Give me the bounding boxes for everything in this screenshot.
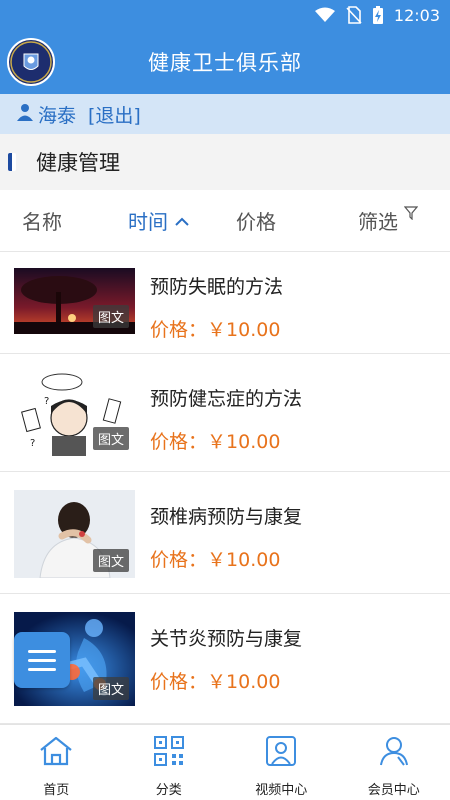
item-price: 价格：￥10.00 [150, 671, 281, 693]
filter-icon [403, 201, 419, 225]
nav-member-label: 会员中心 [367, 783, 420, 798]
sort-by-price[interactable]: 价格 [236, 206, 276, 235]
sort-name-label: 名称 [22, 210, 62, 234]
sort-by-time[interactable]: 时间 [128, 206, 190, 235]
qr-code-icon [153, 735, 185, 771]
nav-video-label: 视频中心 [255, 783, 308, 798]
item-text: 关节炎预防与康复 价格：￥10.00 [150, 624, 302, 694]
item-title: 关节炎预防与康复 [150, 628, 303, 650]
club-logo [7, 38, 55, 86]
item-type-tag: 图文 [92, 677, 129, 700]
item-title: 预防失眠的方法 [150, 276, 284, 298]
svg-text:?: ? [44, 396, 49, 407]
logout-link[interactable]: [退出] [88, 101, 141, 128]
item-text: 颈椎病预防与康复 价格：￥10.00 [150, 502, 302, 572]
nav-member-center[interactable]: 会员中心 [338, 725, 450, 800]
chevron-up-icon [174, 209, 190, 233]
list-item[interactable]: 图文 预防失眠的方法 价格：￥10.00 [0, 252, 450, 354]
nav-home-label: 首页 [43, 783, 70, 798]
no-sim-icon [346, 6, 362, 24]
section-marker [8, 153, 16, 171]
member-icon [378, 735, 410, 771]
list-item[interactable]: 图文 颈椎病预防与康复 价格：￥10.00 [0, 472, 450, 594]
list-item[interactable]: ? ? 图文 预防健忘症的方法 价格：￥10.00 [0, 354, 450, 472]
bottom-nav: 首页 分类 视频中心 会员中心 [0, 724, 450, 800]
home-icon [38, 735, 74, 771]
item-type-tag: 图文 [92, 549, 129, 572]
item-price: 价格：￥10.00 [150, 431, 281, 453]
sort-by-name[interactable]: 名称 [22, 206, 62, 235]
app-header: 健康卫士俱乐部 [0, 30, 450, 94]
sort-time-label: 时间 [128, 210, 168, 234]
item-thumbnail: 图文 [14, 268, 135, 334]
user-bar: 海泰 [退出] [0, 94, 450, 134]
nav-category[interactable]: 分类 [113, 725, 226, 800]
nav-home[interactable]: 首页 [0, 725, 113, 800]
section-header: 健康管理 [0, 134, 450, 190]
item-thumbnail: 图文 [14, 490, 135, 578]
item-title: 预防健忘症的方法 [150, 388, 303, 410]
item-type-tag: 图文 [92, 427, 129, 450]
section-title: 健康管理 [36, 151, 120, 175]
hamburger-icon [28, 649, 56, 653]
page-title: 健康卫士俱乐部 [148, 51, 302, 75]
video-portrait-icon [265, 735, 297, 771]
sort-price-label: 价格 [236, 210, 276, 234]
item-title: 颈椎病预防与康复 [150, 506, 303, 528]
username: 海泰 [38, 104, 77, 127]
status-bar: 12:03 [0, 0, 450, 30]
floating-menu-button[interactable] [14, 632, 70, 688]
status-time: 12:03 [393, 5, 440, 25]
filter-label: 筛选 [358, 210, 398, 234]
item-price: 价格：￥10.00 [150, 319, 281, 341]
battery-charging-icon [372, 5, 384, 25]
svg-text:?: ? [30, 438, 35, 449]
nav-video-center[interactable]: 视频中心 [225, 725, 338, 800]
item-text: 预防健忘症的方法 价格：￥10.00 [150, 384, 302, 454]
wifi-icon [314, 7, 336, 23]
item-price: 价格：￥10.00 [150, 549, 281, 571]
item-type-tag: 图文 [92, 305, 129, 328]
nav-category-label: 分类 [155, 783, 182, 798]
item-text: 预防失眠的方法 价格：￥10.00 [150, 272, 283, 342]
item-thumbnail: ? ? 图文 [14, 370, 135, 456]
user-icon [16, 103, 34, 126]
filter-button[interactable]: 筛选 [358, 205, 419, 235]
sort-bar: 名称 时间 价格 筛选 [0, 190, 450, 252]
